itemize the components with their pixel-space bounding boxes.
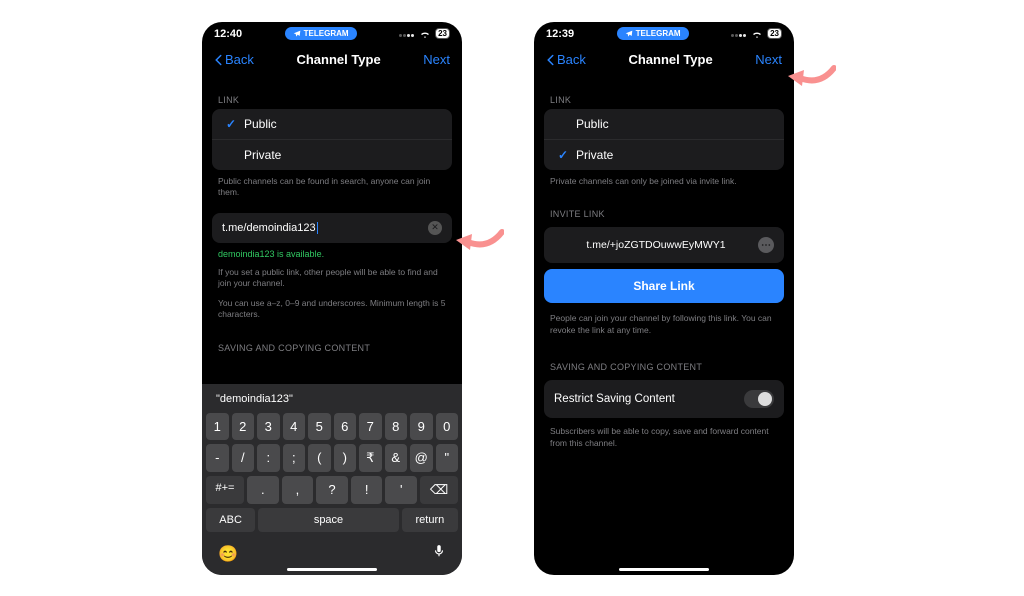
restrict-hint: Subscribers will be able to copy, save a… xyxy=(534,418,794,449)
page-title: Channel Type xyxy=(296,52,380,67)
kbd-row-4: ABC space return xyxy=(206,508,458,532)
next-button[interactable]: Next xyxy=(423,52,450,67)
chevron-left-icon xyxy=(214,54,223,66)
more-icon[interactable]: ⋯ xyxy=(758,237,774,253)
check-icon: ✓ xyxy=(556,148,570,162)
invite-section-label: INVITE LINK xyxy=(534,187,794,223)
home-indicator[interactable] xyxy=(619,568,709,571)
kbd-row-3: #+= . , ? ! ' ⌫ xyxy=(206,476,458,504)
check-icon: ✓ xyxy=(224,117,238,131)
predictive-bar[interactable]: "demoindia123" xyxy=(206,389,458,413)
kbd-bottom: 😊 xyxy=(206,536,458,565)
option-private[interactable]: Private xyxy=(212,140,452,170)
key[interactable]: @ xyxy=(410,444,433,472)
public-link-input[interactable]: t.me/demoindia123 ✕ xyxy=(212,213,452,243)
link-desc-2: You can use a–z, 0–9 and underscores. Mi… xyxy=(202,290,462,321)
phone-right: 12:39 TELEGRAM 23 Back Channel Type Next… xyxy=(534,22,794,575)
cellular-icon xyxy=(731,28,747,40)
key[interactable]: 6 xyxy=(334,413,357,440)
status-bar: 12:39 TELEGRAM 23 xyxy=(534,22,794,40)
wifi-icon xyxy=(751,28,763,40)
key[interactable]: 4 xyxy=(283,413,306,440)
telegram-pill[interactable]: TELEGRAM xyxy=(285,27,357,40)
return-key[interactable]: return xyxy=(402,508,458,532)
key[interactable]: ₹ xyxy=(359,444,382,472)
space-key[interactable]: space xyxy=(258,508,399,532)
share-link-button[interactable]: Share Link xyxy=(544,269,784,303)
link-section-label: LINK xyxy=(534,77,794,109)
saving-section-label: SAVING AND COPYING CONTENT xyxy=(202,321,462,357)
link-desc-1: If you set a public link, other people w… xyxy=(202,261,462,290)
key[interactable]: 2 xyxy=(232,413,255,440)
key[interactable]: & xyxy=(385,444,408,472)
key[interactable]: . xyxy=(247,476,279,504)
option-public[interactable]: Public xyxy=(544,109,784,140)
nav-bar: Back Channel Type Next xyxy=(202,40,462,77)
key[interactable]: 1 xyxy=(206,413,229,440)
saving-section-label: SAVING AND COPYING CONTENT xyxy=(534,336,794,376)
clear-icon[interactable]: ✕ xyxy=(428,221,442,235)
telegram-pill[interactable]: TELEGRAM xyxy=(617,27,689,40)
abc-key[interactable]: ABC xyxy=(206,508,255,532)
cellular-icon xyxy=(399,28,415,40)
option-private[interactable]: ✓ Private xyxy=(544,140,784,170)
key[interactable]: , xyxy=(282,476,314,504)
key[interactable]: ) xyxy=(334,444,357,472)
kbd-row-1: 1 2 3 4 5 6 7 8 9 0 xyxy=(206,413,458,440)
battery-icon: 23 xyxy=(435,28,450,39)
privacy-options: ✓ Public Private xyxy=(212,109,452,170)
clock: 12:40 xyxy=(214,28,242,40)
privacy-hint: Private channels can only be joined via … xyxy=(534,170,794,187)
next-button[interactable]: Next xyxy=(755,52,782,67)
chevron-left-icon xyxy=(546,54,555,66)
backspace-key[interactable]: ⌫ xyxy=(420,476,458,504)
key[interactable]: - xyxy=(206,444,229,472)
invite-link-cell[interactable]: t.me/+joZGTDOuwwEyMWY1 ⋯ xyxy=(544,227,784,263)
status-icons: 23 xyxy=(731,28,782,40)
back-button[interactable]: Back xyxy=(214,52,254,67)
status-icons: 23 xyxy=(399,28,450,40)
keyboard[interactable]: "demoindia123" 1 2 3 4 5 6 7 8 9 0 - / :… xyxy=(202,384,462,575)
key[interactable]: / xyxy=(232,444,255,472)
link-section-label: LINK xyxy=(202,77,462,109)
privacy-options: Public ✓ Private xyxy=(544,109,784,170)
key[interactable]: ; xyxy=(283,444,306,472)
status-bar: 12:40 TELEGRAM 23 xyxy=(202,22,462,40)
key[interactable]: ! xyxy=(351,476,383,504)
kbd-row-2: - / : ; ( ) ₹ & @ " xyxy=(206,444,458,472)
phone-left: 12:40 TELEGRAM 23 Back Channel Type Next… xyxy=(202,22,462,575)
key[interactable]: 8 xyxy=(385,413,408,440)
invite-hint: People can join your channel by followin… xyxy=(534,303,794,336)
key[interactable]: ' xyxy=(385,476,417,504)
restrict-row[interactable]: Restrict Saving Content xyxy=(544,380,784,418)
restrict-toggle[interactable] xyxy=(744,390,774,408)
nav-bar: Back Channel Type Next xyxy=(534,40,794,77)
key[interactable]: 5 xyxy=(308,413,331,440)
availability-text: demoindia123 is available. xyxy=(202,243,462,261)
telegram-icon xyxy=(293,30,301,38)
emoji-icon[interactable]: 😊 xyxy=(218,544,238,564)
home-indicator[interactable] xyxy=(287,568,377,571)
clock: 12:39 xyxy=(546,28,574,40)
telegram-icon xyxy=(625,30,633,38)
key[interactable]: ( xyxy=(308,444,331,472)
wifi-icon xyxy=(419,28,431,40)
symbol-shift-key[interactable]: #+= xyxy=(206,476,244,504)
key[interactable]: 3 xyxy=(257,413,280,440)
back-button[interactable]: Back xyxy=(546,52,586,67)
key[interactable]: 7 xyxy=(359,413,382,440)
key[interactable]: 9 xyxy=(410,413,433,440)
option-public[interactable]: ✓ Public xyxy=(212,109,452,140)
key[interactable]: ? xyxy=(316,476,348,504)
key[interactable]: " xyxy=(436,444,459,472)
key[interactable]: : xyxy=(257,444,280,472)
key[interactable]: 0 xyxy=(436,413,459,440)
battery-icon: 23 xyxy=(767,28,782,39)
privacy-hint: Public channels can be found in search, … xyxy=(202,170,462,199)
page-title: Channel Type xyxy=(628,52,712,67)
mic-icon[interactable] xyxy=(432,542,446,565)
